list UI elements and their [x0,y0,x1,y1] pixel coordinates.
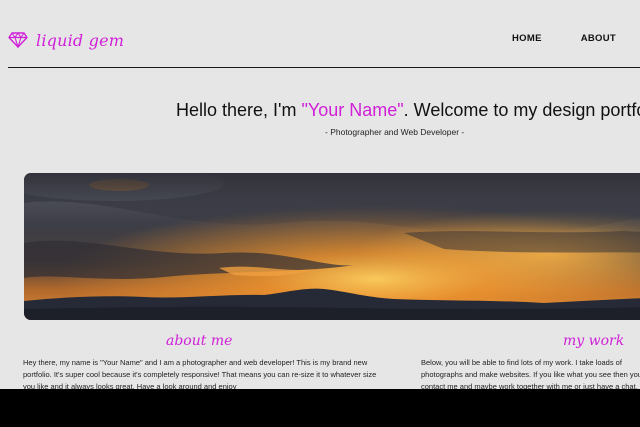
nav-home-link[interactable]: HOME [512,33,542,44]
hero-subtitle: - Photographer and Web Developer - [325,127,465,137]
page-viewport: liquid gem HOME ABOUT Hello there, I'm "… [0,0,640,389]
logo-link[interactable]: liquid gem [8,28,124,52]
hero-banner-image [24,173,640,320]
main-nav: HOME ABOUT [512,33,616,44]
hero-title-prefix: Hello there, I'm [176,100,302,120]
letterbox-bar [0,389,640,427]
diamond-icon [8,32,28,48]
my-work-title: my work [563,333,625,349]
about-me-title: about me [166,333,233,349]
my-work-text: Below, you will be able to find lots of … [421,358,640,389]
hero-title-suffix: . Welcome to my design portfolio! [403,100,640,120]
about-me-text: Hey there, my name is "Your Name" and I … [23,358,377,389]
hero-title-name: "Your Name" [301,100,404,120]
nav-about-link[interactable]: ABOUT [581,33,616,44]
hero-title: Hello there, I'm "Your Name". Welcome to… [176,100,640,121]
logo-text: liquid gem [36,30,125,50]
site-header: liquid gem HOME ABOUT [8,0,640,68]
